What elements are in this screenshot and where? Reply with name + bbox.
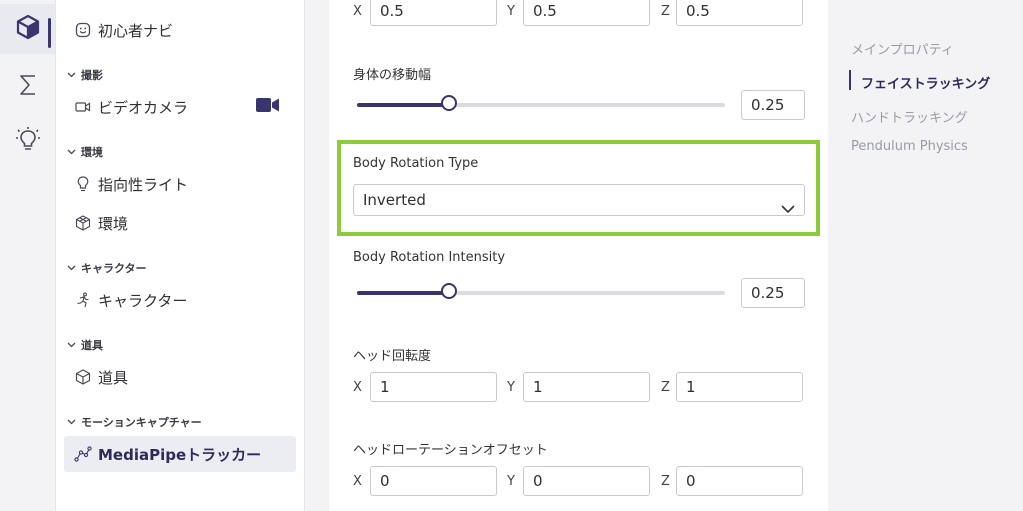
tree-item-character[interactable]: キャラクター: [64, 282, 296, 318]
rail-button-scene[interactable]: [0, 4, 55, 54]
body-move-slider[interactable]: [357, 95, 725, 111]
sigma-icon: [16, 73, 40, 101]
tree-section-label: 環境: [81, 146, 103, 159]
toc-item-pendulum-physics[interactable]: Pendulum Physics: [851, 139, 968, 154]
video-camera-outline-icon: [72, 101, 94, 113]
tree-item-label: 環境: [98, 214, 129, 233]
rotation-intensity-label: Body Rotation Intensity: [353, 250, 506, 265]
rotation-intensity-slider-thumb[interactable]: [441, 283, 457, 299]
head-rotation-z-input[interactable]: 1: [676, 372, 803, 402]
axis-z-label: Z: [661, 474, 670, 489]
rotation-type-select[interactable]: Inverted: [353, 184, 805, 216]
tree-item-label: 指向性ライト: [98, 175, 189, 194]
top-x-input[interactable]: 0.5: [370, 0, 497, 26]
tree-item-label: キャラクター: [98, 291, 188, 310]
tree-item-label: 初心者ナビ: [98, 21, 174, 40]
lightbulb-icon: [15, 126, 41, 156]
toc-item-face-tracking[interactable]: フェイストラッキング: [861, 73, 990, 92]
axis-x-label: X: [353, 474, 362, 489]
rotation-intensity-value-input[interactable]: 0.25: [741, 278, 805, 308]
head-rotation-label: ヘッド回転度: [353, 349, 432, 364]
rail-active-indicator: [48, 18, 51, 48]
toc-item-hand-tracking[interactable]: ハンドトラッキング: [851, 107, 968, 126]
head-offset-z-input[interactable]: 0: [676, 466, 803, 496]
cube-icon: [15, 14, 41, 44]
smiley-icon: [72, 22, 94, 38]
axis-x-label: X: [353, 380, 362, 395]
cube-outline-icon: [72, 369, 94, 385]
chevron-down-icon: [64, 72, 78, 78]
toc-active-indicator: [849, 70, 851, 90]
head-rotation-y-input[interactable]: 1: [523, 372, 650, 402]
chevron-down-icon: [64, 419, 78, 425]
axis-y-label: Y: [507, 380, 515, 395]
tree-section-label: 道具: [81, 339, 103, 352]
tree-section-label: モーションキャプチャー: [81, 416, 202, 429]
tree-item-video-camera[interactable]: ビデオカメラ: [64, 89, 296, 125]
body-move-label: 身体の移動幅: [353, 68, 432, 83]
section-nav: メインプロパティ フェイストラッキング ハンドトラッキング Pendulum P…: [829, 0, 1023, 511]
tree-item-prop[interactable]: 道具: [64, 359, 296, 395]
head-rotation-x-input[interactable]: 1: [370, 372, 497, 402]
head-rotation-row: X 1 Y 1 Z 1: [353, 372, 805, 404]
tree-item-directional-light[interactable]: 指向性ライト: [64, 166, 296, 202]
tracker-nodes-icon: [72, 446, 94, 462]
body-move-slider-fill: [357, 103, 449, 107]
video-camera-active-icon[interactable]: [256, 97, 280, 117]
tree-section-camera[interactable]: 撮影: [64, 66, 103, 84]
tree-section-props[interactable]: 道具: [64, 336, 103, 354]
tree-item-beginner-nav[interactable]: 初心者ナビ: [64, 12, 296, 48]
head-offset-x-input[interactable]: 0: [370, 466, 497, 496]
top-y-input[interactable]: 0.5: [523, 0, 650, 26]
tree-section-motion-capture[interactable]: モーションキャプチャー: [64, 413, 202, 431]
axis-x-label: X: [353, 4, 362, 19]
rotation-intensity-slider-fill: [357, 291, 449, 295]
scene-tree: 初心者ナビ 撮影 ビデオカメラ 環境 指向性ライト 環境 キャラクター キャラク…: [56, 0, 305, 511]
tree-item-environment[interactable]: 環境: [64, 205, 296, 241]
toc-item-main-properties[interactable]: メインプロパティ: [851, 39, 954, 58]
head-offset-row: X 0 Y 0 Z 0: [353, 466, 805, 498]
body-move-value-input[interactable]: 0.25: [741, 90, 805, 120]
rotation-type-value: Inverted: [363, 191, 426, 209]
rail-button-formula[interactable]: [0, 62, 55, 112]
tree-item-label: ビデオカメラ: [98, 98, 189, 117]
tree-section-character[interactable]: キャラクター: [64, 259, 147, 277]
rail-button-ideas[interactable]: [0, 116, 55, 166]
icon-rail: [0, 0, 56, 511]
environment-cube-icon: [72, 215, 94, 231]
chevron-down-icon: [64, 265, 78, 271]
tree-section-label: キャラクター: [81, 262, 147, 275]
head-offset-label: ヘッドローテーションオフセット: [353, 443, 548, 458]
chevron-down-icon: [64, 149, 78, 155]
rotation-intensity-slider[interactable]: [357, 283, 725, 299]
axis-z-label: Z: [661, 4, 670, 19]
rotation-type-label: Body Rotation Type: [353, 156, 479, 171]
axis-y-label: Y: [507, 4, 515, 19]
chevron-down-icon: [781, 194, 795, 224]
tree-item-label: 道具: [98, 368, 129, 387]
body-move-slider-thumb[interactable]: [441, 95, 457, 111]
head-offset-y-input[interactable]: 0: [523, 466, 650, 496]
tree-section-label: 撮影: [81, 69, 103, 82]
properties-panel: X 0.5 Y 0.5 Z 0.5 身体の移動幅 0.25 Body Rotat…: [329, 0, 828, 511]
axis-z-label: Z: [661, 380, 670, 395]
running-person-icon: [72, 292, 94, 308]
tree-item-label: MediaPipeトラッカー: [98, 445, 262, 464]
axis-y-label: Y: [507, 474, 515, 489]
top-xyz-row: X 0.5 Y 0.5 Z 0.5: [353, 0, 805, 28]
chevron-down-icon: [64, 342, 78, 348]
tree-item-mediapipe-tracker[interactable]: MediaPipeトラッカー: [64, 436, 296, 472]
tree-section-environment[interactable]: 環境: [64, 143, 103, 161]
top-z-input[interactable]: 0.5: [676, 0, 803, 26]
lightbulb-icon: [72, 176, 94, 192]
